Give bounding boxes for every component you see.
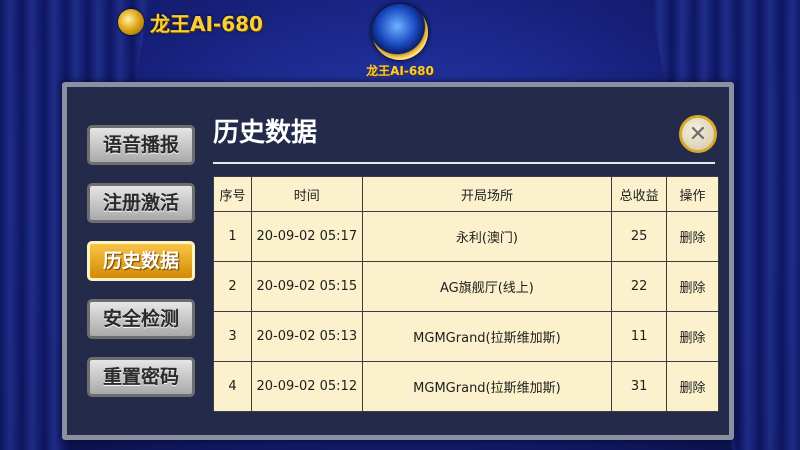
column-header-total: 总收益 (611, 176, 668, 212)
sidebar-item-register[interactable]: 注册激活 (87, 183, 195, 223)
table-row: 1 20-09-02 05:17 永利(澳门) 25 删除 (213, 211, 719, 262)
delete-button[interactable]: 删除 (666, 211, 719, 262)
column-header-time: 时间 (250, 176, 363, 212)
close-button[interactable]: ✕ (679, 115, 717, 153)
delete-button[interactable]: 删除 (666, 361, 719, 412)
dragon-logo-icon (118, 9, 144, 35)
row-time: 20-09-02 05:15 (250, 261, 363, 312)
column-header-action: 操作 (666, 176, 719, 212)
row-time: 20-09-02 05:17 (250, 211, 363, 262)
row-time: 20-09-02 05:12 (250, 361, 363, 412)
table-row: 4 20-09-02 05:12 MGMGrand(拉斯维加斯) 31 删除 (213, 361, 719, 412)
column-header-venue: 开局场所 (361, 176, 613, 212)
page-title: 历史数据 (213, 118, 318, 148)
dragon-emblem-icon (372, 4, 428, 60)
row-total: 22 (611, 261, 668, 312)
sidebar-item-security[interactable]: 安全检测 (87, 299, 195, 339)
table-row: 2 20-09-02 05:15 AG旗舰厅(线上) 22 删除 (213, 261, 719, 312)
row-venue: MGMGrand(拉斯维加斯) (361, 311, 613, 362)
top-brand: 龙王AI-680 (118, 8, 263, 36)
row-total: 31 (611, 361, 668, 412)
row-total: 11 (611, 311, 668, 362)
history-panel: 语音播报 注册激活 历史数据 安全检测 重置密码 历史数据 ✕ 序号 时间 开局… (62, 82, 734, 440)
sidebar-item-history[interactable]: 历史数据 (87, 241, 195, 281)
sidebar-item-voice[interactable]: 语音播报 (87, 125, 195, 165)
row-time: 20-09-02 05:13 (250, 311, 363, 362)
row-venue: MGMGrand(拉斯维加斯) (361, 361, 613, 412)
row-venue: AG旗舰厅(线上) (361, 261, 613, 312)
center-logo: 龙王AI-680 (364, 4, 436, 82)
row-index: 3 (213, 311, 252, 362)
close-icon: ✕ (688, 121, 708, 147)
title-divider (213, 162, 715, 164)
row-index: 2 (213, 261, 252, 312)
brand-name: 龙王AI-680 (150, 11, 263, 36)
row-total: 25 (611, 211, 668, 262)
row-index: 4 (213, 361, 252, 412)
row-index: 1 (213, 211, 252, 262)
sidebar-item-reset-password[interactable]: 重置密码 (87, 357, 195, 397)
logo-caption: 龙王AI-680 (366, 64, 434, 78)
history-table: 序号 时间 开局场所 总收益 操作 1 20-09-02 05:17 永利(澳门… (213, 176, 719, 412)
column-header-index: 序号 (213, 176, 252, 212)
table-header: 序号 时间 开局场所 总收益 操作 (213, 176, 719, 212)
row-venue: 永利(澳门) (361, 211, 613, 262)
table-row: 3 20-09-02 05:13 MGMGrand(拉斯维加斯) 11 删除 (213, 311, 719, 362)
delete-button[interactable]: 删除 (666, 311, 719, 362)
delete-button[interactable]: 删除 (666, 261, 719, 312)
